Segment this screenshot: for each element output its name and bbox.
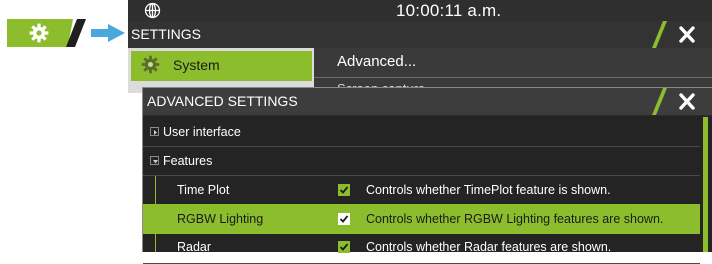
menu-item-label: System [173, 57, 220, 73]
tree-item-description: Controls whether RGBW Lighting features … [366, 212, 664, 226]
gear-icon [141, 55, 160, 74]
expand-icon[interactable] [150, 127, 159, 136]
advanced-title: ADVANCED SETTINGS [147, 93, 298, 109]
close-icon[interactable] [651, 21, 712, 48]
tree-item-label: Features [163, 154, 213, 168]
gear-icon [29, 23, 49, 43]
tree-item-features[interactable]: Features [143, 146, 700, 176]
settings-title-bar [128, 21, 712, 48]
collapse-icon[interactable] [150, 156, 159, 165]
arrow-right-icon [91, 24, 125, 42]
tree-item-radar[interactable]: Radar Controls whether Radar features ar… [143, 234, 700, 264]
advanced-item-label: Advanced... [337, 53, 417, 70]
close-icon[interactable] [651, 88, 712, 115]
tree-item-user-interface[interactable]: User interface [143, 117, 700, 147]
tree-item-description: Controls whether TimePlot feature is sho… [366, 183, 611, 197]
time-plot-checkbox[interactable] [338, 184, 350, 196]
tree-item-label: Time Plot [177, 183, 230, 197]
clock-time: 10:00:11 a.m. [396, 1, 502, 20]
scrollbar[interactable] [703, 117, 708, 252]
tree-item-time-plot[interactable]: Time Plot Controls whether TimePlot feat… [143, 175, 700, 205]
rgbw-lighting-checkbox[interactable] [338, 213, 350, 225]
tree-item-rgbw-lighting[interactable]: RGBW Lighting Controls whether RGBW Ligh… [143, 204, 700, 234]
globe-icon[interactable] [144, 2, 161, 19]
tree-item-label: RGBW Lighting [177, 212, 264, 226]
settings-title: SETTINGS [131, 26, 202, 42]
radar-checkbox[interactable] [338, 241, 350, 253]
tree-item-label: User interface [163, 125, 241, 139]
